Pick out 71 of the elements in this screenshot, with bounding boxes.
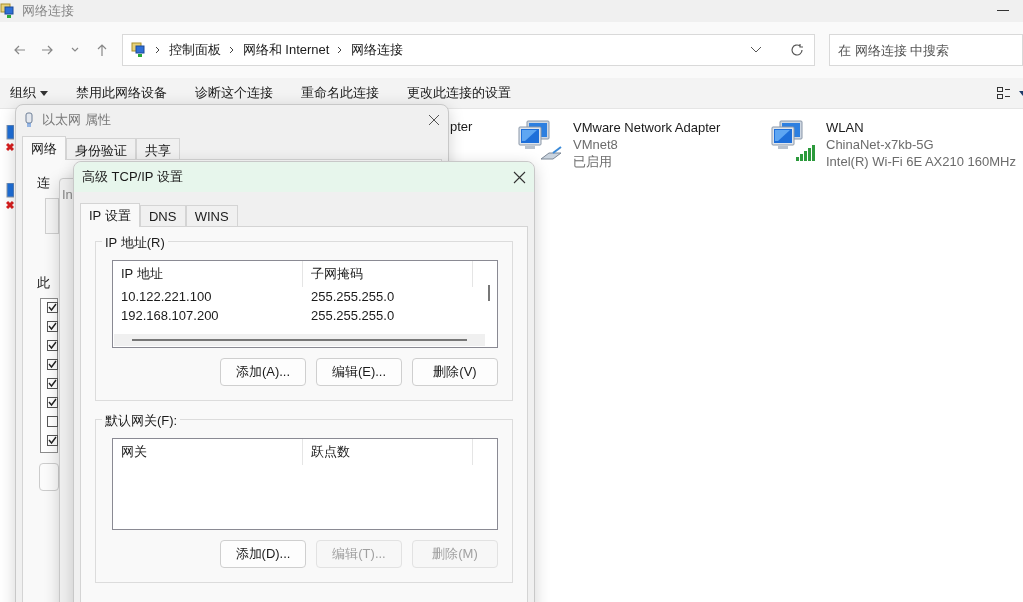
- organize-menu[interactable]: 组织: [10, 84, 48, 102]
- checkbox[interactable]: [47, 416, 58, 427]
- component-list[interactable]: [40, 298, 58, 453]
- list-view[interactable]: 网关 跃点数: [112, 438, 498, 530]
- chevron-down-icon[interactable]: [750, 46, 762, 54]
- adapter-name: WLAN: [826, 119, 865, 136]
- forward-arrow-icon[interactable]: [40, 43, 55, 57]
- checkbox[interactable]: [47, 321, 58, 332]
- scrollbar-thumb[interactable]: [488, 285, 490, 301]
- group-label: 默认网关(F):: [102, 412, 181, 430]
- toolbar-command[interactable]: 更改此连接的设置: [407, 84, 511, 102]
- list-button[interactable]: 添加(A)...: [220, 358, 306, 386]
- adapter-detail: VMnet8: [573, 136, 619, 153]
- adapter-detail: ChinaNet-x7kb-5G: [826, 136, 935, 153]
- search-field[interactable]: 在 网络连接 中搜索: [829, 34, 1023, 66]
- minimize-icon[interactable]: [997, 10, 1009, 12]
- ethernet-plug-icon: [24, 112, 34, 128]
- address-bar[interactable]: 控制面板 网络和 Internet 网络连接: [121, 34, 815, 66]
- checkbox[interactable]: [47, 435, 58, 446]
- refresh-icon[interactable]: [790, 43, 804, 57]
- checkbox[interactable]: [47, 378, 58, 389]
- list-button[interactable]: 添加(D)...: [220, 540, 306, 568]
- close-icon[interactable]: [428, 114, 440, 126]
- column-header[interactable]: 网关: [113, 439, 303, 465]
- column-header[interactable]: IP 地址: [113, 261, 303, 287]
- adapter-detail: Intel(R) Wi-Fi 6E AX210 160MHz: [826, 153, 1016, 170]
- checkbox[interactable]: [47, 359, 58, 370]
- chevron-right-icon: [337, 46, 344, 54]
- table-cell-text: 255.255.255.0: [310, 288, 396, 306]
- window-title: 网络连接: [22, 2, 74, 20]
- table-cell-text: 255.255.255.0: [310, 307, 396, 325]
- dialog-title: 高级 TCP/IP 设置: [82, 168, 183, 186]
- table-cell-text: 192.168.107.200: [120, 307, 220, 325]
- chevron-right-icon: [228, 46, 235, 54]
- tab[interactable]: 网络: [22, 136, 66, 160]
- list-button[interactable]: 编辑(E)...: [316, 358, 402, 386]
- breadcrumb-item[interactable]: 网络和 Internet: [242, 41, 330, 59]
- list-button[interactable]: 删除(V): [412, 358, 498, 386]
- adapter-detail: 已启用: [573, 153, 613, 170]
- breadcrumb-item[interactable]: 控制面板: [168, 41, 221, 59]
- checkbox[interactable]: [47, 340, 58, 351]
- tab[interactable]: 身份验证: [66, 138, 136, 159]
- column-header[interactable]: 跃点数: [303, 439, 473, 465]
- list-view[interactable]: IP 地址 子网掩码 10.122.221.100 255.255.255.0 192.168.107.200 255.255.255.0: [112, 260, 498, 348]
- checkbox[interactable]: [47, 397, 58, 408]
- view-options-icon[interactable]: [997, 86, 1011, 100]
- network-folder-icon: [0, 3, 16, 19]
- toolbar-command[interactable]: 诊断这个连接: [195, 84, 273, 102]
- breadcrumb-item[interactable]: 网络连接: [351, 41, 404, 59]
- chevron-right-icon: [154, 46, 161, 54]
- toolbar-command[interactable]: 禁用此网络设备: [76, 84, 167, 102]
- tab[interactable]: DNS: [139, 205, 186, 226]
- adapter-name: pter: [450, 119, 473, 134]
- tab[interactable]: WINS: [185, 205, 238, 226]
- column-header[interactable]: 子网掩码: [303, 261, 473, 287]
- control-panel-icon: [130, 42, 147, 58]
- dialog-title: 以太网 属性: [42, 111, 111, 129]
- connect-label: 连: [37, 174, 50, 192]
- dialog-title: In: [62, 186, 73, 202]
- tab[interactable]: IP 设置: [80, 203, 140, 227]
- caret-icon: [40, 90, 48, 96]
- adapter-name: VMware Network Adapter: [573, 119, 721, 136]
- tab[interactable]: 共享: [136, 138, 180, 159]
- back-arrow-icon[interactable]: [12, 43, 27, 57]
- toolbar-command[interactable]: 重命名此连接: [301, 84, 379, 102]
- table-cell-text: 10.122.221.100: [120, 288, 213, 306]
- checkbox[interactable]: [47, 302, 58, 313]
- group-label: IP 地址(R): [102, 234, 168, 252]
- items-label: 此: [37, 274, 50, 292]
- horizontal-scrollbar[interactable]: [114, 334, 485, 346]
- close-icon[interactable]: [513, 170, 526, 184]
